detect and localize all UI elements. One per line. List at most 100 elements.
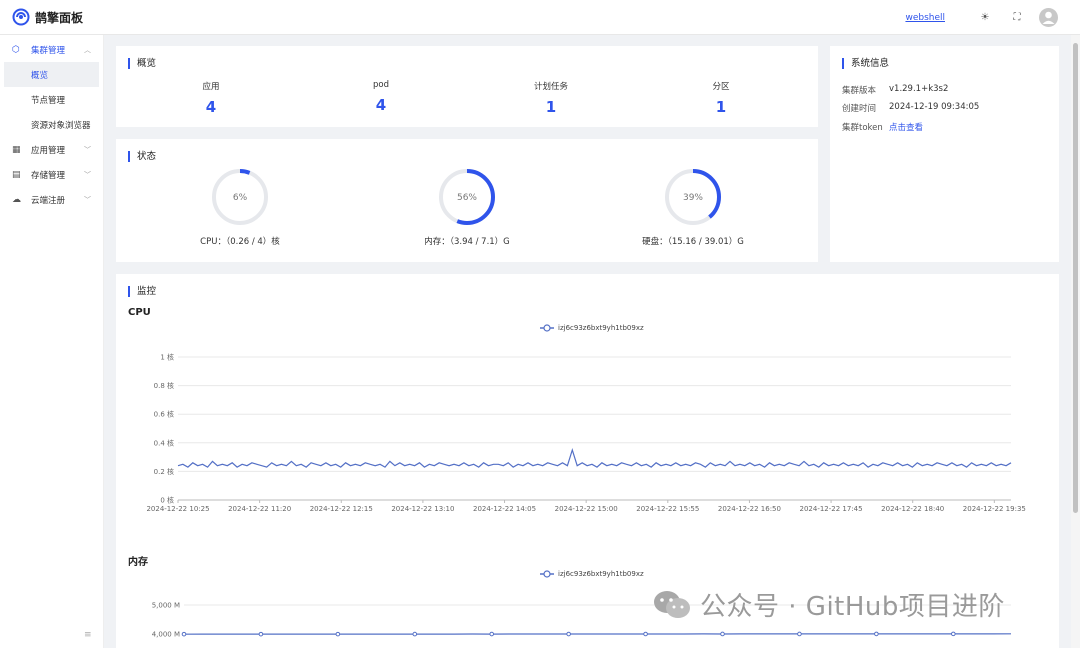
sidebar-item-storage-management[interactable]: ▤ 存储管理 ﹀ xyxy=(0,162,103,187)
app-title: 鹊擎面板 xyxy=(35,10,84,25)
x-tick-label: 2024-12-22 12:15 xyxy=(310,505,373,513)
stat-value: 4 xyxy=(205,98,217,116)
series-point xyxy=(951,631,956,637)
series-point xyxy=(412,631,418,637)
grid-icon: ▦ xyxy=(12,144,21,155)
x-tick-label: 2024-12-22 11:20 xyxy=(228,505,291,513)
fullscreen-icon[interactable]: ⛶ xyxy=(1007,12,1027,23)
app-logo[interactable]: 鹊擎面板 xyxy=(12,8,83,26)
sidebar-item-cluster-management[interactable]: ⬡ 集群管理 ︿ xyxy=(0,37,103,62)
memory-gauge: 56% 内存：（3.94 / 7.1）G xyxy=(407,167,527,247)
sidebar-item-nodes[interactable]: 节点管理 xyxy=(0,87,103,112)
memory-chart-legend[interactable]: izj6c93z6bxt9yh1tb09xz xyxy=(540,570,644,578)
sidebar-item-label: 云端注册 xyxy=(31,195,66,206)
x-tick-label: 2024-12-22 14:05 xyxy=(473,505,536,513)
sidebar: ⬡ 集群管理 ︿ 概览 节点管理 资源对象浏览器 ▦ 应用管理 ﹀ ▤ 存储管理… xyxy=(0,35,104,648)
stat-value: 1 xyxy=(545,98,557,116)
x-tick-label: 2024-12-22 15:55 xyxy=(636,505,699,513)
series-point xyxy=(797,631,802,637)
x-tick-label: 2024-12-22 17:45 xyxy=(800,505,863,513)
status-title: 状态 xyxy=(128,151,156,162)
sun-icon[interactable]: ☀ xyxy=(975,12,995,23)
cpu-chart: 0 核 0.2 核 0.4 核 0.6 核 0.8 核 1 核 2024-12-22 10:… xyxy=(146,353,1025,514)
sys-key: 创建时间 xyxy=(842,104,877,114)
x-tick-label: 2024-12-22 10:25 xyxy=(146,505,209,513)
stat-partitions: 分区 1 xyxy=(636,80,806,116)
stat-value: 1 xyxy=(715,98,727,116)
stat-label: 分区 xyxy=(712,82,730,92)
y-tick-label: 1 核 xyxy=(160,353,174,362)
system-info-title: 系统信息 xyxy=(842,58,889,69)
sidebar-item-resource-browser[interactable]: 资源对象浏览器 xyxy=(0,112,103,137)
chevron-down-icon: ﹀ xyxy=(84,195,91,204)
overview-card: 概览 应用 4 pod 4 计划任务 1 分区 1 xyxy=(116,46,818,127)
sidebar-item-overview[interactable]: 概览 xyxy=(4,62,99,87)
x-tick-label: 2024-12-22 13:10 xyxy=(391,505,454,513)
y-tick-label: 0.6 核 xyxy=(154,410,174,419)
legend-line-icon xyxy=(540,570,554,578)
disk-gauge-ring: 39% xyxy=(665,169,721,225)
series-point xyxy=(643,631,648,637)
stat-label: 应用 xyxy=(202,82,220,92)
storage-icon: ▤ xyxy=(12,169,21,180)
sys-row-created: 创建时间 2024-12-19 09:34:05 xyxy=(842,102,979,114)
chevron-down-icon: ﹀ xyxy=(84,145,91,154)
y-tick-label: 4,000 M xyxy=(152,631,180,639)
cpu-chart-legend[interactable]: izj6c93z6bxt9yh1tb09xz xyxy=(540,324,644,332)
x-tick-label: 2024-12-22 15:00 xyxy=(555,505,618,513)
webshell-link[interactable]: webshell xyxy=(905,13,945,23)
collapse-sidebar-icon[interactable]: ≡ xyxy=(84,630,92,640)
stat-cronjobs: 计划任务 1 xyxy=(466,80,636,116)
cloud-icon: ☁ xyxy=(12,194,21,205)
logo-icon xyxy=(12,8,30,26)
sidebar-item-label: 应用管理 xyxy=(31,145,66,156)
status-card: 状态 6% CPU：（0.26 / 4）核 56% 内存：（3.94 / 7.1… xyxy=(116,139,818,262)
sidebar-item-app-management[interactable]: ▦ 应用管理 ﹀ xyxy=(0,137,103,162)
legend-label: izj6c93z6bxt9yh1tb09xz xyxy=(558,324,644,332)
memory-chart-title: 内存 xyxy=(128,557,148,568)
gauge-caption: CPU：（0.26 / 4）核 xyxy=(200,237,280,247)
top-bar: 鹊擎面板 webshell ☀ ⛶ xyxy=(0,0,1080,35)
disk-gauge: 39% 硬盘：（15.16 / 39.01）G xyxy=(633,167,753,247)
y-tick-label: 0.8 核 xyxy=(154,381,174,390)
stat-value: 4 xyxy=(375,96,387,114)
sys-row-token: 集群token 点击查看 xyxy=(842,121,923,133)
series-line xyxy=(177,447,1012,468)
stat-label: pod xyxy=(373,80,389,90)
scrollbar[interactable] xyxy=(1071,35,1080,648)
cpu-gauge: 6% CPU：（0.26 / 4）核 xyxy=(180,167,300,247)
watermark-text: 公众号 · GitHub项目进阶 xyxy=(700,592,1005,622)
series-point xyxy=(258,631,264,637)
y-tick-label: 0.4 核 xyxy=(154,438,174,447)
monitor-title: 监控 xyxy=(128,286,156,297)
series-point xyxy=(720,631,725,637)
view-token-link[interactable]: 点击查看 xyxy=(889,121,923,133)
sys-key: 集群版本 xyxy=(842,86,877,96)
gauge-percent: 56% xyxy=(457,193,477,203)
series-point xyxy=(874,631,879,637)
memory-gauge-ring: 56% xyxy=(439,169,495,225)
chevron-up-icon: ︿ xyxy=(84,45,91,54)
chevron-down-icon: ﹀ xyxy=(84,170,91,179)
sys-key: 集群token xyxy=(842,123,883,133)
series-point xyxy=(489,631,495,637)
watermark: 公众号 · GitHub项目进阶 xyxy=(652,586,1005,623)
cpu-gauge-ring: 6% xyxy=(212,169,268,225)
stat-label: 计划任务 xyxy=(533,82,568,92)
y-tick-label: 0 核 xyxy=(160,496,174,505)
sys-value: v1.29.1+k3s2 xyxy=(889,84,949,94)
series-point xyxy=(335,631,341,637)
sidebar-item-label: 存储管理 xyxy=(31,170,66,181)
cpu-chart-title: CPU xyxy=(128,307,151,318)
gauge-percent: 39% xyxy=(683,193,703,203)
x-tick-label: 2024-12-22 18:40 xyxy=(881,505,944,513)
overview-title: 概览 xyxy=(128,58,156,69)
series-point xyxy=(181,631,187,637)
user-avatar-icon[interactable] xyxy=(1039,8,1058,27)
y-tick-label: 0.2 核 xyxy=(154,467,174,476)
wechat-icon xyxy=(654,590,690,618)
sidebar-item-cloud-registration[interactable]: ☁ 云端注册 ﹀ xyxy=(0,187,103,212)
scrollbar-thumb[interactable] xyxy=(1073,43,1078,513)
gauge-caption: 硬盘：（15.16 / 39.01）G xyxy=(642,237,744,247)
series-point xyxy=(566,631,571,637)
